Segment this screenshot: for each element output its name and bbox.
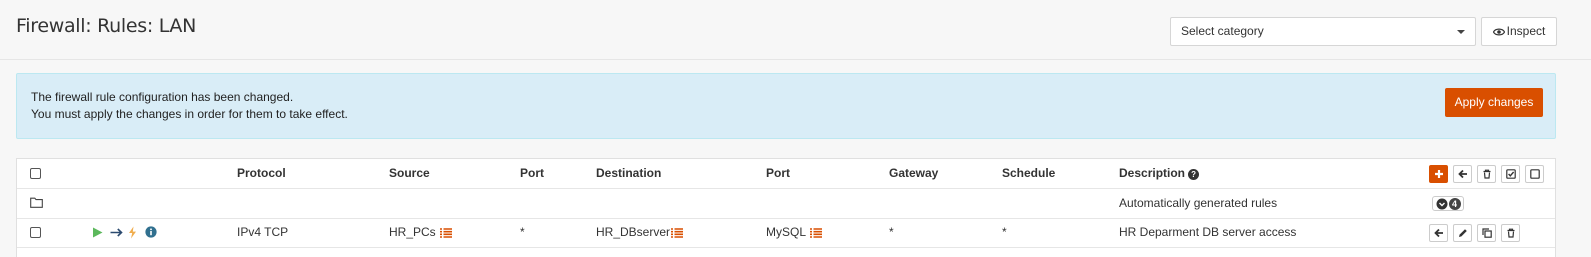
trash-icon	[1507, 228, 1514, 238]
disable-selected-button[interactable]	[1525, 165, 1544, 183]
alert-message-line1: The firewall rule configuration has been…	[31, 90, 294, 104]
changes-alert: The firewall rule configuration has been…	[16, 73, 1556, 139]
col-port: Port	[520, 166, 544, 180]
arrow-left-icon	[1433, 228, 1443, 238]
category-select[interactable]: Select category	[1170, 17, 1476, 46]
select-all-checkbox[interactable]	[30, 168, 41, 179]
square-icon	[1529, 169, 1540, 179]
expand-auto-rules-button[interactable]: 4	[1432, 196, 1464, 211]
rule-protocol: IPv4 TCP	[237, 225, 289, 239]
rules-table: Protocol Source Port Destination Port Ga…	[16, 158, 1556, 257]
col-schedule: Schedule	[1002, 166, 1056, 180]
list-icon[interactable]	[671, 228, 684, 238]
arrow-right-icon	[110, 228, 123, 237]
rule-schedule: *	[1002, 225, 1007, 239]
auto-rules-count: 4	[1448, 197, 1461, 210]
info-circle-icon[interactable]	[145, 226, 157, 238]
enable-selected-button[interactable]	[1501, 165, 1520, 183]
rule-source: HR_PCs	[389, 218, 452, 247]
table-row: IPv4 TCP HR_PCs * HR_DBserver MySQL * * …	[17, 218, 1555, 248]
col-destination: Destination	[596, 166, 662, 180]
col-dest-port: Port	[766, 166, 790, 180]
page-title: Firewall: Rules: LAN	[16, 15, 197, 37]
col-protocol: Protocol	[237, 166, 286, 180]
plus-icon	[1434, 170, 1443, 178]
delete-selected-button[interactable]	[1477, 165, 1496, 183]
alert-message-line2: You must apply the changes in order for …	[31, 107, 348, 121]
inspect-button[interactable]: Inspect	[1481, 17, 1557, 46]
category-select-value: Select category	[1181, 24, 1264, 38]
arrow-left-icon	[1457, 169, 1467, 179]
move-selected-button[interactable]	[1453, 165, 1472, 183]
rule-checkbox[interactable]	[30, 227, 41, 238]
pencil-icon	[1458, 229, 1467, 237]
rule-destination-label[interactable]: HR_DBserver	[596, 225, 670, 239]
rule-description: HR Deparment DB server access	[1119, 225, 1297, 239]
edit-rule-button[interactable]	[1453, 224, 1472, 242]
eye-icon	[1492, 28, 1505, 36]
rule-destination: HR_DBserver	[596, 218, 684, 247]
col-gateway: Gateway	[889, 166, 939, 180]
rule-source-label[interactable]: HR_PCs	[389, 225, 436, 239]
clone-icon	[1481, 228, 1492, 238]
caret-down-icon	[1457, 30, 1465, 34]
check-square-icon	[1505, 169, 1516, 179]
add-rule-button[interactable]	[1429, 165, 1448, 183]
col-source: Source	[389, 166, 430, 180]
rule-source-port: *	[520, 225, 525, 239]
auto-rules-row[interactable]: Automatically generated rules 4	[17, 189, 1555, 219]
chevron-down-circle-icon	[1436, 198, 1447, 209]
folder-icon	[30, 197, 43, 208]
help-icon[interactable]: ?	[1188, 169, 1200, 180]
list-icon[interactable]	[810, 228, 823, 238]
apply-changes-button[interactable]: Apply changes	[1445, 88, 1543, 117]
table-header-row: Protocol Source Port Destination Port Ga…	[17, 159, 1555, 189]
rule-gateway: *	[889, 225, 894, 239]
move-rule-button[interactable]	[1429, 224, 1448, 242]
clone-rule-button[interactable]	[1477, 224, 1496, 242]
auto-rules-description: Automatically generated rules	[1119, 196, 1278, 210]
play-icon[interactable]	[92, 227, 103, 238]
inspect-label: Inspect	[1506, 24, 1546, 38]
rule-dest-port: MySQL	[766, 218, 823, 247]
col-description-label: Description	[1119, 166, 1186, 180]
rule-dest-port-label[interactable]: MySQL	[766, 225, 806, 239]
trash-icon	[1483, 169, 1490, 179]
col-description: Description?	[1119, 159, 1200, 188]
list-icon[interactable]	[439, 228, 452, 238]
page-header: Firewall: Rules: LAN Select category Ins…	[0, 0, 1591, 60]
bolt-icon	[129, 226, 136, 239]
delete-rule-button[interactable]	[1501, 224, 1520, 242]
